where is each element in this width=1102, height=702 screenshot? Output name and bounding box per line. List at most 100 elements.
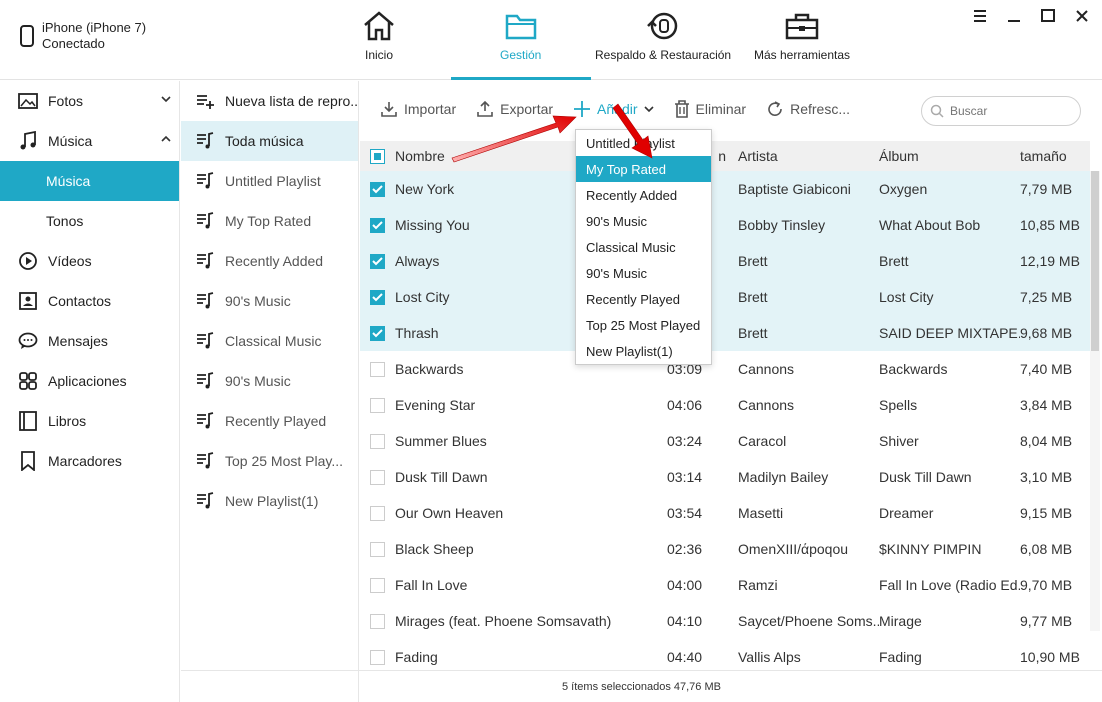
header-artist[interactable]: Artista [738,148,879,164]
table-row[interactable]: New York Baptiste Giabiconi Oxygen 7,79 MB [360,171,1090,207]
export-button[interactable]: Exportar [476,100,553,118]
row-checkbox[interactable] [370,325,385,341]
nav-herramientas[interactable]: Más herramientas [754,10,850,62]
playlist-item[interactable]: Toda música [181,121,358,161]
sidebar-item-videos[interactable]: Vídeos [0,241,179,281]
chevron-up-icon[interactable] [161,135,171,146]
menu-item-playlist[interactable]: Top 25 Most Played [576,312,711,338]
row-checkbox[interactable] [370,181,385,197]
nav-active-indicator [451,77,591,80]
search-input[interactable] [950,104,1070,118]
playlist-item[interactable]: Classical Music [181,321,358,361]
table-row[interactable]: Dusk Till Dawn 03:14 Madilyn Bailey Dusk Ti… [360,459,1090,495]
maximize-icon[interactable] [1040,8,1056,24]
table-row[interactable]: Missing You Bobby Tinsley What About Bob 10… [360,207,1090,243]
playlist-item[interactable]: My Top Rated [181,201,358,241]
refresh-button[interactable]: Refresc... [766,100,850,118]
song-size: 7,79 MB [1020,181,1073,197]
row-checkbox[interactable] [370,361,385,377]
playlist-icon [197,332,214,349]
sidebar-item-contactos[interactable]: Contactos [0,281,179,321]
row-checkbox[interactable] [370,217,385,233]
minimize-icon[interactable] [1006,8,1022,24]
menu-item-playlist[interactable]: 90's Music [576,208,711,234]
row-checkbox[interactable] [370,433,385,449]
row-checkbox[interactable] [370,649,385,665]
song-size: 3,10 MB [1020,469,1073,485]
table-row[interactable]: Evening Star 04:06 Cannons Spells 3,84 MB [360,387,1090,423]
import-button[interactable]: Importar [380,100,456,118]
table-row[interactable]: Fall In Love 04:00 Ramzi Fall In Love (Radi… [360,567,1090,603]
nav-gestion[interactable]: Gestión [500,10,541,62]
device-status: Conectado [42,36,105,51]
menu-icon[interactable] [972,8,988,24]
search-box[interactable] [921,96,1081,126]
menu-item-playlist[interactable]: 90's Music [576,260,711,286]
table-row[interactable]: Black Sheep 02:36 OmenXIII/άpoqou $KINNY PI… [360,531,1090,567]
row-checkbox[interactable] [370,253,385,269]
header-size[interactable]: tamaño [1020,148,1090,164]
row-checkbox[interactable] [370,577,385,593]
row-checkbox[interactable] [370,505,385,521]
table-row[interactable]: Always Brett Brett 12,19 MB [360,243,1090,279]
table-row[interactable]: Mirages (feat. Phoene Somsavath) 04:10 Say… [360,603,1090,639]
sidebar-item-musica-sub[interactable]: Música [0,161,179,201]
playlist-icon [197,452,214,469]
new-playlist-button[interactable]: Nueva lista de repro... [181,81,358,121]
row-checkbox[interactable] [370,613,385,629]
nav-respaldo[interactable]: Respaldo & Restauración [595,10,731,62]
song-name: Fall In Love [395,577,468,593]
sidebar-item-fotos[interactable]: Fotos [0,81,179,121]
sidebar-item-libros[interactable]: Libros [0,401,179,441]
sidebar: Fotos Música Música Tonos Vídeos Contact… [0,81,180,702]
playlist-item[interactable]: Top 25 Most Play... [181,441,358,481]
menu-item-playlist[interactable]: Recently Played [576,286,711,312]
playlist-icon [197,292,214,309]
close-icon[interactable] [1074,8,1090,24]
sidebar-item-label: Marcadores [48,453,122,469]
song-duration: 03:14 [667,469,703,485]
chevron-down-icon[interactable] [161,95,171,106]
song-duration: 04:00 [667,577,703,593]
scrollbar-thumb[interactable] [1091,171,1099,351]
delete-button[interactable]: Eliminar [674,100,746,118]
menu-item-playlist[interactable]: My Top Rated [576,156,711,182]
sidebar-item-mensajes[interactable]: Mensajes [0,321,179,361]
menu-item-playlist[interactable]: Untitled Playlist [576,130,711,156]
row-checkbox[interactable] [370,397,385,413]
playlist-item[interactable]: Untitled Playlist [181,161,358,201]
menu-item-playlist[interactable]: Classical Music [576,234,711,260]
song-artist: Cannons [738,397,795,413]
select-all-checkbox[interactable] [370,148,385,164]
playlist-item[interactable]: New Playlist(1) [181,481,358,521]
device-info: iPhone (iPhone 7) Conectado [20,20,146,52]
table-row[interactable]: Lost City Brett Lost City 7,25 MB [360,279,1090,315]
song-album: What About Bob [879,217,981,233]
song-name: Mirages (feat. Phoene Somsavath) [395,613,612,629]
table-row[interactable]: Summer Blues 03:24 Caracol Shiver 8,04 MB [360,423,1090,459]
menu-item-playlist[interactable]: New Playlist(1) [576,338,711,364]
row-checkbox[interactable] [370,469,385,485]
nav-inicio[interactable]: Inicio [362,10,396,62]
sidebar-item-musica[interactable]: Música [0,121,179,161]
table-row[interactable]: Our Own Heaven 03:54 Masetti Dreamer 9,15 MB [360,495,1090,531]
playlist-label: Top 25 Most Play... [225,453,344,469]
playlist-item[interactable]: Recently Played [181,401,358,441]
add-button[interactable]: Añadir [573,100,654,118]
sidebar-item-marcadores[interactable]: Marcadores [0,441,179,481]
header-album[interactable]: Álbum [879,148,1020,164]
playlist-item[interactable]: 90's Music [181,281,358,321]
sidebar-item-aplicaciones[interactable]: Aplicaciones [0,361,179,401]
playlist-item[interactable]: Recently Added [181,241,358,281]
song-size: 9,15 MB [1020,505,1073,521]
table-row[interactable]: Backwards 03:09 Cannons Backwards 7,40 MB [360,351,1090,387]
row-checkbox[interactable] [370,289,385,305]
table-row[interactable]: Thrash Brett SAID DEEP MIXTAPE... 9,68 MB [360,315,1090,351]
sidebar-item-tonos[interactable]: Tonos [0,201,179,241]
add-label: Añadir [597,101,638,117]
sidebar-item-label: Tonos [46,213,84,229]
playlist-item[interactable]: 90's Music [181,361,358,401]
home-icon [364,11,394,41]
menu-item-playlist[interactable]: Recently Added [576,182,711,208]
row-checkbox[interactable] [370,541,385,557]
